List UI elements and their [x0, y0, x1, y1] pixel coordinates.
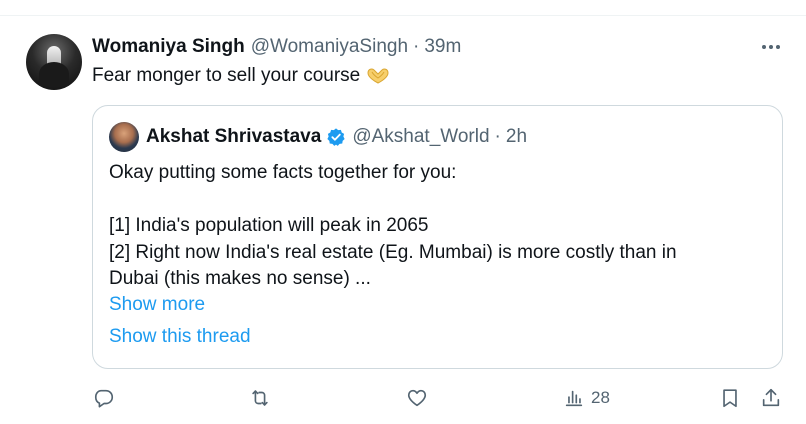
- like-button[interactable]: [406, 383, 428, 413]
- reply-button[interactable]: [93, 383, 115, 413]
- more-options-icon[interactable]: [757, 36, 785, 58]
- reply-icon: [94, 389, 114, 408]
- quoted-text-line: [109, 187, 759, 214]
- previous-tweet-divider: [0, 0, 806, 16]
- retweet-icon: [252, 390, 268, 406]
- quoted-author-name: Akshat Shrivastava: [146, 126, 322, 147]
- tweet-header: Womaniya Singh @WomaniyaSingh · 39m: [92, 34, 461, 60]
- verified-badge-icon: [327, 128, 345, 146]
- retweet-button[interactable]: [249, 383, 271, 413]
- show-more-link[interactable]: Show more: [109, 294, 205, 316]
- quoted-tweet-header: Akshat Shrivastava @Akshat_World · 2h: [146, 123, 527, 151]
- heart-hands-icon: [367, 68, 389, 84]
- like-icon: [407, 389, 427, 407]
- quoted-author-handle: @Akshat_World: [352, 126, 490, 147]
- quoted-text-line: [1] India's population will peak in 2065: [109, 215, 429, 236]
- quoted-text-line: Okay putting some facts together for you…: [109, 162, 457, 183]
- quoted-tweet-time: 2h: [505, 126, 528, 147]
- separator-dot: ·: [413, 36, 420, 57]
- bookmark-icon: [723, 389, 737, 408]
- quoted-text-line: Dubai (this makes no sense) ...: [109, 268, 371, 289]
- quoted-avatar: [109, 122, 139, 152]
- avatar-shadow: [39, 62, 69, 86]
- tweet-time[interactable]: 39m: [424, 36, 461, 58]
- views-button[interactable]: 28: [563, 383, 610, 413]
- show-thread-link[interactable]: Show this thread: [109, 326, 251, 348]
- quoted-text-line: [2] Right now India's real estate (Eg. M…: [109, 241, 677, 263]
- share-button[interactable]: [760, 383, 782, 413]
- author-handle[interactable]: @WomaniyaSingh: [251, 36, 408, 58]
- bookmark-button[interactable]: [719, 383, 741, 413]
- action-bar: 28: [0, 383, 806, 413]
- author-name[interactable]: Womaniya Singh: [92, 36, 245, 58]
- share-icon: [762, 388, 780, 407]
- tweet-text: Fear monger to sell your course: [92, 64, 390, 88]
- quoted-tweet-card[interactable]: Akshat Shrivastava @Akshat_World · 2h Ok…: [92, 105, 783, 369]
- tweet-text-content: Fear monger to sell your course: [92, 65, 361, 86]
- avatar[interactable]: [26, 34, 82, 90]
- quoted-tweet-text: Okay putting some facts together for you…: [109, 160, 759, 293]
- separator-dot: ·: [494, 126, 501, 147]
- views-icon: [565, 390, 583, 407]
- views-count: 28: [591, 388, 610, 407]
